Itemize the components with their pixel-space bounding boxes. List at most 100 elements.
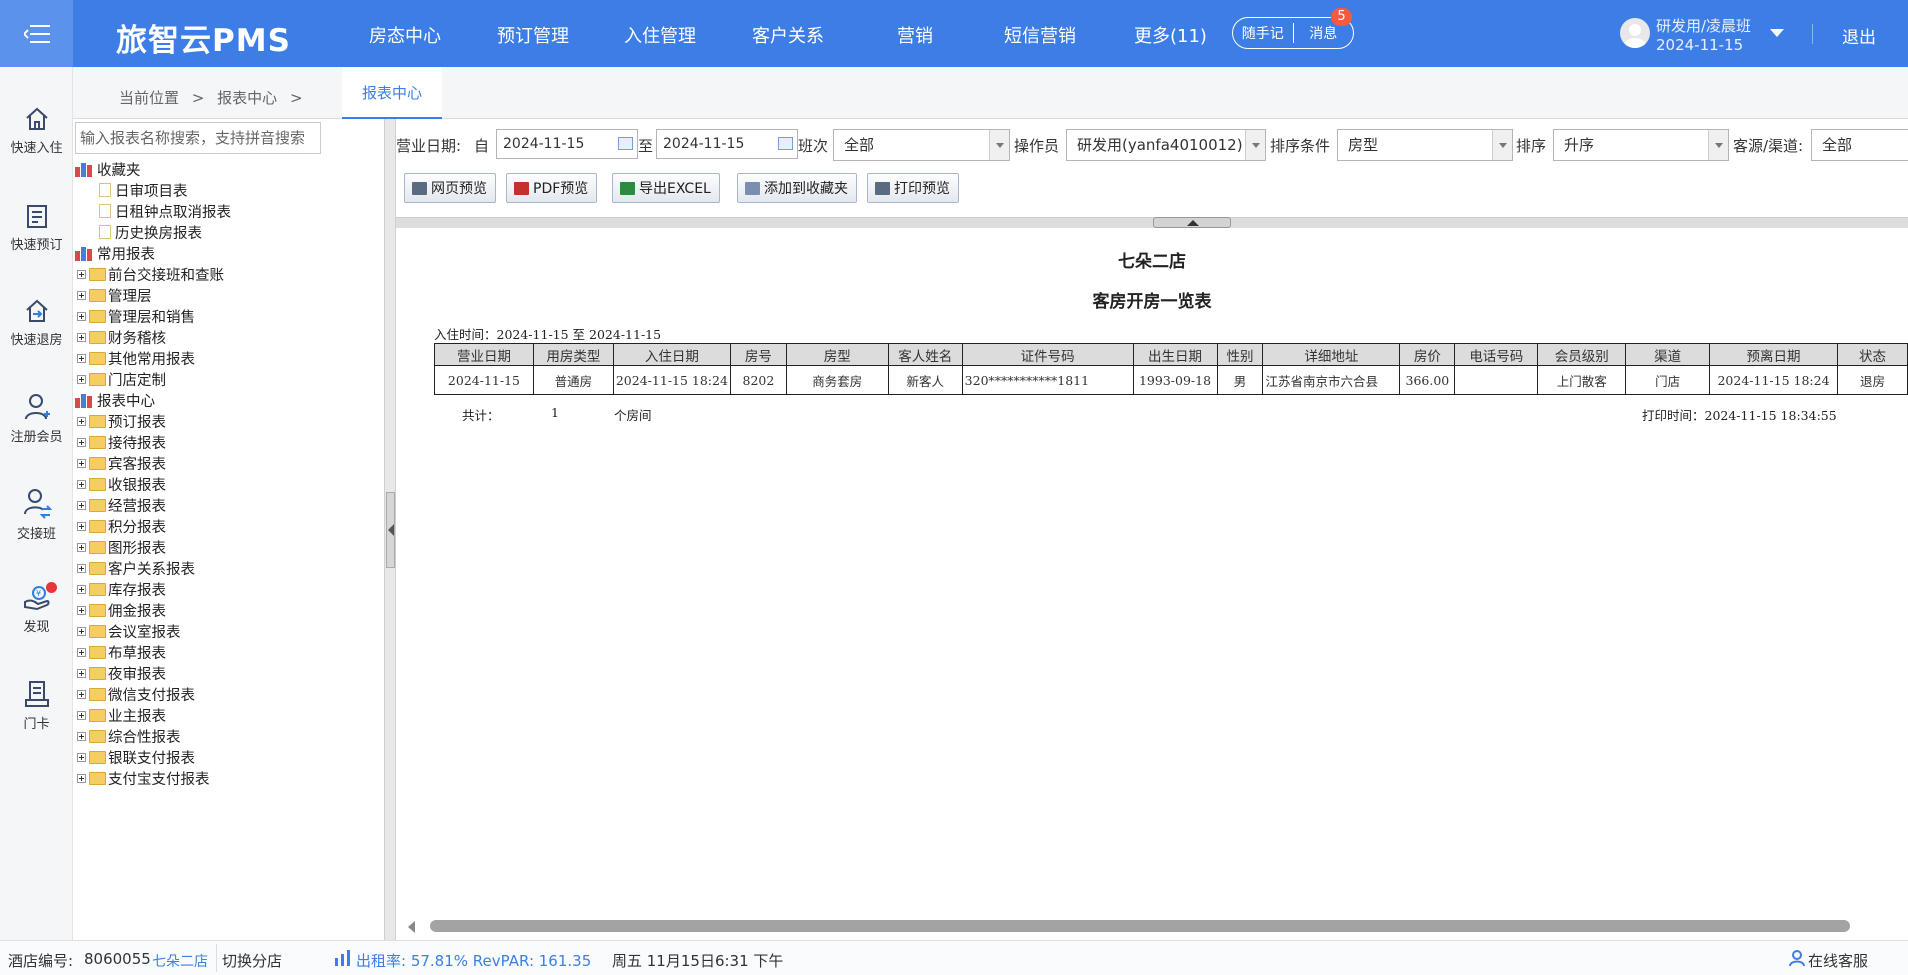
- expand-icon[interactable]: [77, 563, 86, 573]
- tree-node-folder[interactable]: 管理层和销售: [77, 306, 195, 326]
- collapse-filters-button[interactable]: [1153, 217, 1231, 228]
- expand-icon[interactable]: [77, 374, 86, 384]
- tree-node-folder[interactable]: 夜审报表: [77, 663, 166, 683]
- tree-node-folder[interactable]: 财务稽核: [77, 327, 166, 347]
- expand-icon[interactable]: [77, 710, 86, 720]
- tree-node-root[interactable]: 常用报表: [75, 243, 155, 263]
- expand-icon[interactable]: [77, 605, 86, 615]
- tree-node-folder[interactable]: 微信支付报表: [77, 684, 195, 704]
- expand-icon[interactable]: [77, 479, 86, 489]
- shift-select[interactable]: 全部: [833, 129, 1010, 161]
- tree-node-folder[interactable]: 库存报表: [77, 579, 166, 599]
- add-to-favorites-button[interactable]: 添加到收藏夹: [737, 173, 857, 203]
- logout-button[interactable]: 退出: [1842, 23, 1876, 48]
- brand-logo[interactable]: 旅智云PMS: [116, 15, 291, 60]
- avatar[interactable]: [1620, 18, 1650, 48]
- date-from-field[interactable]: 2024-11-15: [496, 129, 638, 159]
- sidebar-item-quick-checkout[interactable]: 快速退房: [0, 297, 73, 348]
- expand-icon[interactable]: [77, 689, 86, 699]
- messages-button[interactable]: 消息: [1294, 23, 1354, 43]
- expand-icon[interactable]: [77, 731, 86, 741]
- expand-icon[interactable]: [77, 311, 86, 321]
- nav-sms-marketing[interactable]: 短信营销: [1004, 22, 1076, 48]
- panel-splitter[interactable]: [384, 119, 396, 940]
- expand-icon[interactable]: [77, 584, 86, 594]
- nav-more[interactable]: 更多(11): [1134, 22, 1207, 48]
- tree-node-folder[interactable]: 客户关系报表: [77, 558, 195, 578]
- sidebar-item-discover[interactable]: ¥ 发现: [0, 582, 73, 635]
- tree-node-folder[interactable]: 经营报表: [77, 495, 166, 515]
- tree-node-leaf[interactable]: 历史换房报表: [99, 222, 202, 242]
- menu-toggle-icon[interactable]: [0, 0, 73, 67]
- tree-node-folder[interactable]: 布草报表: [77, 642, 166, 662]
- tree-node-folder[interactable]: 接待报表: [77, 432, 166, 452]
- tree-node-folder[interactable]: 业主报表: [77, 705, 166, 725]
- sort-order-select[interactable]: 升序: [1553, 129, 1729, 161]
- report-search-input[interactable]: [75, 122, 321, 154]
- sidebar-item-door-card[interactable]: 门卡: [0, 679, 73, 732]
- scrollbar-thumb[interactable]: [430, 920, 1850, 932]
- tree-node-folder[interactable]: 前台交接班和查账: [77, 264, 224, 284]
- tree-node-folder[interactable]: 收银报表: [77, 474, 166, 494]
- nav-reservations[interactable]: 预订管理: [497, 22, 569, 48]
- expand-icon[interactable]: [77, 500, 86, 510]
- expand-icon[interactable]: [77, 773, 86, 783]
- nav-room-status[interactable]: 房态中心: [369, 22, 441, 48]
- tree-node-folder[interactable]: 佣金报表: [77, 600, 166, 620]
- calendar-icon[interactable]: [618, 137, 633, 150]
- sidebar-item-register-member[interactable]: 注册会员: [0, 392, 73, 445]
- tree-node-folder[interactable]: 其他常用报表: [77, 348, 195, 368]
- nav-checkin[interactable]: 入住管理: [624, 22, 696, 48]
- expand-icon[interactable]: [77, 353, 86, 363]
- tree-node-folder[interactable]: 预订报表: [77, 411, 166, 431]
- tree-node-root[interactable]: 报表中心: [75, 390, 155, 410]
- source-channel-select[interactable]: 全部: [1811, 129, 1908, 161]
- tree-node-folder[interactable]: 门店定制: [77, 369, 166, 389]
- nav-customer-relations[interactable]: 客户关系: [752, 22, 824, 48]
- expand-icon[interactable]: [77, 437, 86, 447]
- horizontal-scrollbar[interactable]: [396, 912, 1908, 940]
- tree-node-folder[interactable]: 管理层: [77, 285, 152, 305]
- customer-service-icon[interactable]: [1788, 949, 1806, 971]
- expand-icon[interactable]: [77, 542, 86, 552]
- sort-condition-select[interactable]: 房型: [1337, 129, 1513, 161]
- collapse-left-panel-button[interactable]: [386, 492, 395, 568]
- expand-icon[interactable]: [77, 668, 86, 678]
- expand-icon[interactable]: [77, 521, 86, 531]
- sidebar-item-quick-checkin[interactable]: 快速入住: [0, 105, 73, 156]
- expand-icon[interactable]: [77, 416, 86, 426]
- sidebar-item-quick-booking[interactable]: 快速预订: [0, 202, 73, 253]
- expand-icon[interactable]: [77, 269, 86, 279]
- tree-node-folder[interactable]: 积分报表: [77, 516, 166, 536]
- date-to-field[interactable]: 2024-11-15: [656, 129, 798, 159]
- expand-icon[interactable]: [77, 332, 86, 342]
- export-excel-button[interactable]: 导出EXCEL: [612, 173, 720, 203]
- expand-icon[interactable]: [77, 458, 86, 468]
- tree-node-folder[interactable]: 宾客报表: [77, 453, 166, 473]
- online-support-link[interactable]: 在线客服: [1808, 950, 1868, 971]
- print-preview-button[interactable]: 打印预览: [867, 173, 959, 203]
- tab-report-center[interactable]: 报表中心: [342, 67, 442, 119]
- tree-node-folder[interactable]: 会议室报表: [77, 621, 181, 641]
- switch-store-button[interactable]: 切换分店: [222, 950, 282, 971]
- tree-node-folder[interactable]: 图形报表: [77, 537, 166, 557]
- expand-icon[interactable]: [77, 752, 86, 762]
- calendar-icon[interactable]: [778, 137, 793, 150]
- tree-node-leaf[interactable]: 日租钟点取消报表: [99, 201, 231, 221]
- tree-node-leaf[interactable]: 日审项目表: [99, 180, 188, 200]
- expand-icon[interactable]: [77, 647, 86, 657]
- tree-node-root[interactable]: 收藏夹: [75, 159, 141, 179]
- notes-button[interactable]: 随手记: [1233, 23, 1293, 43]
- user-name[interactable]: 研发用/凌晨班: [1656, 15, 1751, 36]
- operator-select[interactable]: 研发用(yanfa4010012): [1066, 129, 1266, 161]
- tree-node-folder[interactable]: 支付宝支付报表: [77, 768, 210, 788]
- breadcrumb-report-center[interactable]: 报表中心: [217, 89, 277, 107]
- tree-node-folder[interactable]: 银联支付报表: [77, 747, 195, 767]
- scroll-left-icon[interactable]: [408, 921, 415, 933]
- expand-icon[interactable]: [77, 626, 86, 636]
- expand-icon[interactable]: [77, 290, 86, 300]
- web-preview-button[interactable]: 网页预览: [404, 173, 496, 203]
- sidebar-item-shift-handover[interactable]: 交接班: [0, 487, 73, 542]
- tree-node-folder[interactable]: 综合性报表: [77, 726, 181, 746]
- pdf-preview-button[interactable]: PDF预览: [506, 173, 598, 203]
